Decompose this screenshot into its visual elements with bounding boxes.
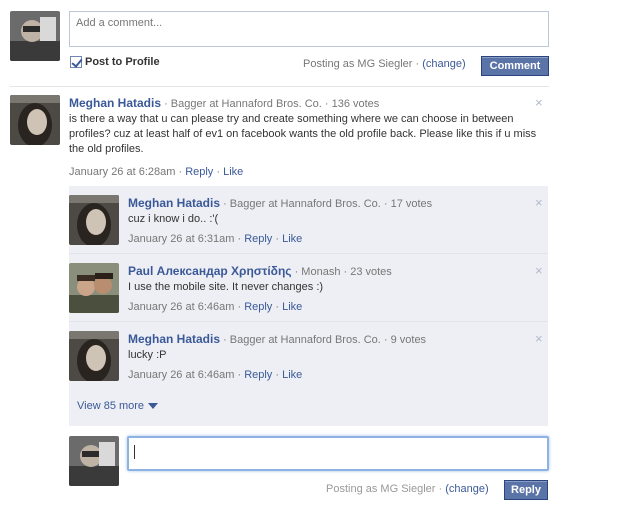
reply-author[interactable]: Paul Александар Χρηστίδης [128,264,292,278]
like-link[interactable]: Like [223,166,243,178]
remove-reply-icon[interactable]: × [535,196,543,209]
posting-as-label: Posting as MG Siegler · [303,58,423,70]
reply-author[interactable]: Meghan Hatadis [128,332,220,346]
post-to-profile-checkbox[interactable] [70,56,82,68]
post-to-profile-option[interactable]: Post to Profile [70,56,160,68]
reply-avatar[interactable] [69,331,119,381]
reply-item: Meghan Hatadis · Bagger at Hannaford Bro… [128,332,528,363]
comment-item: Meghan Hatadis · Bagger at Hannaford Bro… [69,96,539,157]
reply-meta: · Bagger at Hannaford Bros. Co. · 9 vote… [220,334,427,346]
remove-reply-icon[interactable]: × [535,332,543,345]
reply-body: I use the mobile site. It never changes … [128,281,324,293]
reply-item: Paul Александар Χρηστίδης · Monash · 23 … [128,264,528,295]
current-user-avatar[interactable] [10,11,60,61]
reply-link[interactable]: Reply [185,166,213,178]
reply-timestamp[interactable]: January 26 at 6:31am [128,233,234,245]
reply-avatar[interactable] [69,263,119,313]
reply-meta: · Monash · 23 votes [291,266,392,278]
reply-posting-as-text: Posting as MG Siegler · (change) [326,483,489,495]
reply-input[interactable] [127,436,549,471]
reply-timestamp[interactable]: January 26 at 6:46am [128,369,234,381]
comment-meta: · Bagger at Hannaford Bros. Co. · 136 vo… [161,98,380,110]
change-identity-link[interactable]: (change) [422,58,465,70]
remove-comment-icon[interactable]: × [535,96,543,109]
view-more-label[interactable]: View 85 more [77,400,144,412]
comment-timestamp[interactable]: January 26 at 6:28am [69,166,175,178]
separator: · [175,166,186,178]
posting-as-label: Posting as MG Siegler · [326,483,446,495]
reply-button[interactable]: Reply [504,480,548,500]
separator: · [234,369,245,381]
text-caret [134,445,135,459]
like-link[interactable]: Like [282,369,302,381]
separator: · [272,233,283,245]
chevron-down-icon[interactable] [148,403,159,409]
separator: · [213,166,224,178]
separator: · [234,233,245,245]
reply-link[interactable]: Reply [244,301,272,313]
like-link[interactable]: Like [282,233,302,245]
like-link[interactable]: Like [282,301,302,313]
comment-avatar[interactable] [10,95,60,145]
change-identity-link[interactable]: (change) [445,483,488,495]
posting-as-text: Posting as MG Siegler · (change) [303,58,466,70]
view-more-replies[interactable]: View 85 more [77,400,159,412]
comment-body: is there a way that u can please try and… [69,113,537,155]
reply-divider [69,321,548,322]
reply-actions: January 26 at 6:31am · Reply · Like [128,233,302,245]
comment-button[interactable]: Comment [481,56,549,76]
reply-actions: January 26 at 6:46am · Reply · Like [128,369,302,381]
comment-actions: January 26 at 6:28am · Reply · Like [69,166,243,178]
reply-item: Meghan Hatadis · Bagger at Hannaford Bro… [128,196,528,227]
reply-body: lucky :P [128,349,167,361]
separator: · [272,369,283,381]
separator: · [272,301,283,313]
reply-timestamp[interactable]: January 26 at 6:46am [128,301,234,313]
separator: · [234,301,245,313]
post-to-profile-label: Post to Profile [85,56,160,68]
reply-divider [69,253,548,254]
comment-input[interactable]: Add a comment... [69,11,549,47]
reply-link[interactable]: Reply [244,233,272,245]
comment-author[interactable]: Meghan Hatadis [69,96,161,110]
composer-divider [10,86,549,87]
reply-meta: · Bagger at Hannaford Bros. Co. · 17 vot… [220,198,433,210]
reply-avatar[interactable] [69,195,119,245]
reply-link[interactable]: Reply [244,369,272,381]
reply-body: cuz i know i do.. :'( [128,213,219,225]
reply-actions: January 26 at 6:46am · Reply · Like [128,301,302,313]
reply-author[interactable]: Meghan Hatadis [128,196,220,210]
current-user-avatar[interactable] [69,436,119,486]
remove-reply-icon[interactable]: × [535,264,543,277]
